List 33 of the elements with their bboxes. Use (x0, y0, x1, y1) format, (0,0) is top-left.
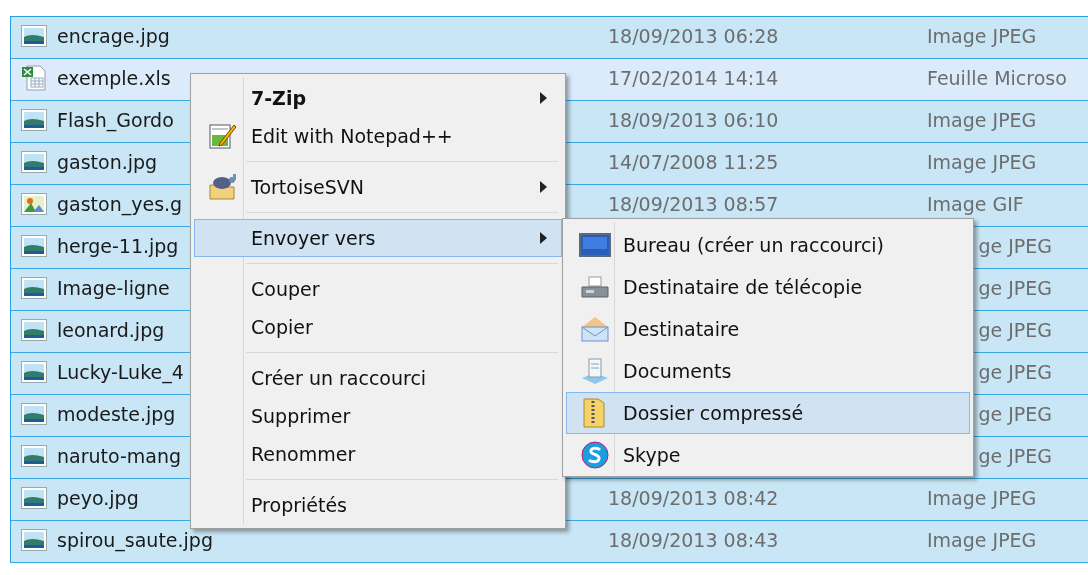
file-type: Image JPEG (927, 486, 1037, 509)
file-type: Image GIF (927, 192, 1024, 215)
file-date: 18/09/2013 06:28 (608, 24, 779, 47)
file-date: 18/09/2013 08:43 (608, 528, 779, 551)
file-type: Image JPEG (927, 150, 1037, 173)
file-name: Image-ligne (57, 276, 170, 299)
file-date: 14/07/2008 11:25 (608, 150, 779, 173)
file-name: leonard.jpg (57, 318, 165, 341)
file-type: Image JPEG (927, 24, 1037, 47)
file-name: Flash_Gordo (57, 108, 174, 131)
file-date: 18/09/2013 08:42 (608, 486, 779, 509)
file-date: 18/09/2013 08:57 (608, 192, 779, 215)
file-type: ge JPEG (977, 318, 1052, 341)
file-name: gaston.jpg (57, 150, 158, 173)
file-type: ge JPEG (977, 276, 1052, 299)
file-name: herge-11.jpg (57, 234, 179, 257)
file-type: Image JPEG (927, 108, 1037, 131)
file-name: Lucky-Luke_4 (57, 360, 184, 383)
file-name: spirou_saute.jpg (57, 528, 213, 551)
file-type: ge JPEG (977, 444, 1052, 467)
file-name: encrage.jpg (57, 24, 170, 47)
file-name: modeste.jpg (57, 402, 176, 425)
file-type: Image JPEG (927, 528, 1037, 551)
file-name: gaston_yes.g (57, 192, 183, 215)
file-type: ge JPEG (977, 360, 1052, 383)
file-date: 18/09/2013 06:10 (608, 108, 779, 131)
file-date: 17/02/2014 14:14 (608, 66, 779, 89)
file-type: ge JPEG (977, 234, 1052, 257)
file-name: exemple.xls (57, 66, 171, 89)
file-name: naruto-mang (57, 444, 182, 467)
file-name: peyo.jpg (57, 486, 139, 509)
file-type: ge JPEG (977, 402, 1052, 425)
file-type: Feuille Microso (927, 66, 1067, 89)
